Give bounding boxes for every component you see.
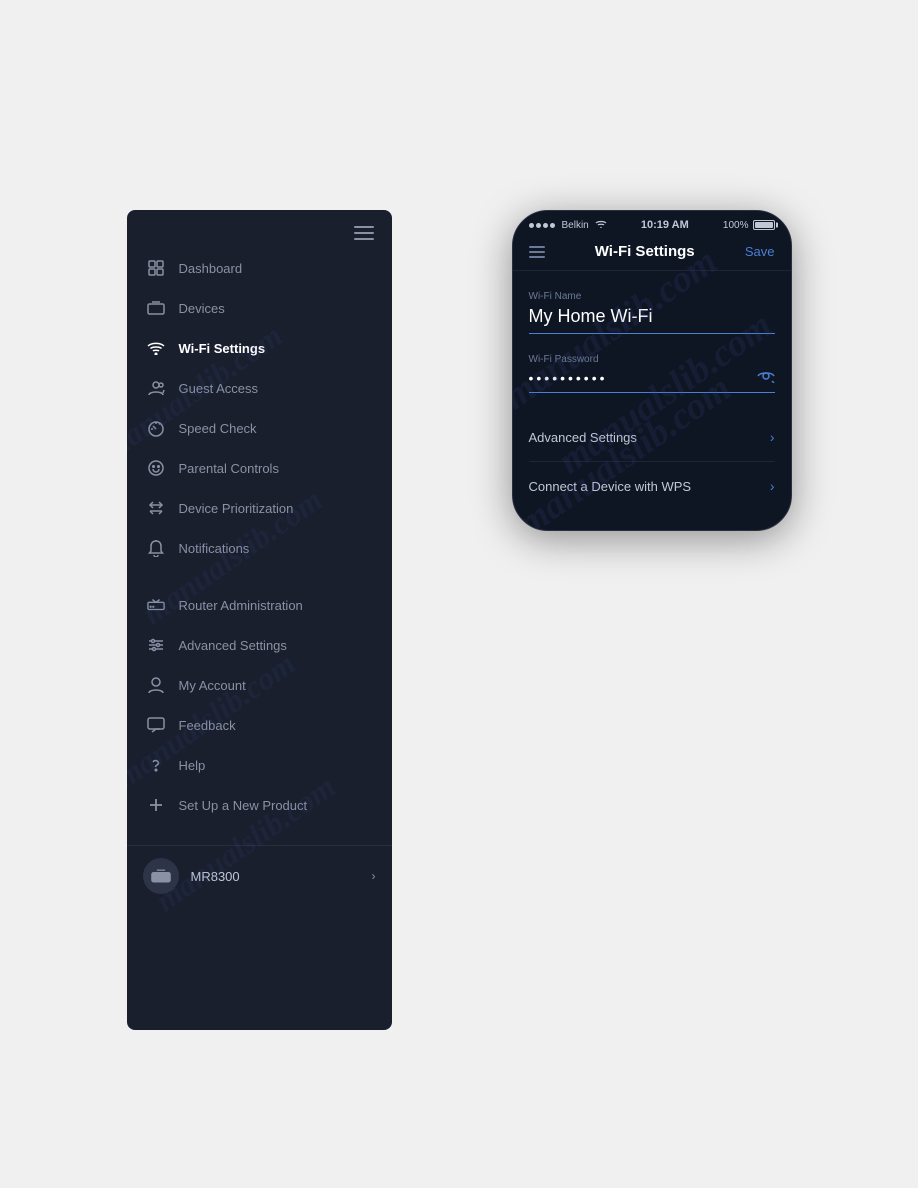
sidebar-item-speed-check[interactable]: Speed Check bbox=[127, 408, 392, 448]
sidebar-label-advanced: Advanced Settings bbox=[179, 638, 287, 653]
phone-content: Wi-Fi Name My Home Wi-Fi Wi-Fi Password … bbox=[513, 271, 791, 530]
sidebar-item-advanced-settings[interactable]: Advanced Settings bbox=[127, 625, 392, 665]
sidebar-label-help: Help bbox=[179, 758, 206, 773]
wifi-signal-icon bbox=[595, 219, 607, 231]
guest-icon bbox=[147, 379, 165, 397]
wifi-password-label: Wi-Fi Password bbox=[529, 354, 775, 365]
show-password-icon[interactable] bbox=[757, 369, 775, 386]
sidebar-label-feedback: Feedback bbox=[179, 718, 236, 733]
wifi-password-field: Wi-Fi Password •••••••••• bbox=[529, 354, 775, 393]
device-avatar bbox=[143, 858, 179, 894]
feedback-icon bbox=[147, 716, 165, 734]
sidebar-item-my-account[interactable]: My Account bbox=[127, 665, 392, 705]
sidebar-item-router-admin[interactable]: Router Administration bbox=[127, 585, 392, 625]
sidebar-item-parental-controls[interactable]: Parental Controls bbox=[127, 448, 392, 488]
account-icon bbox=[147, 676, 165, 694]
sidebar-label-dashboard: Dashboard bbox=[179, 261, 243, 276]
sidebar-item-setup-new[interactable]: Set Up a New Product bbox=[127, 785, 392, 825]
device-footer[interactable]: MR8300 › bbox=[127, 845, 392, 906]
device-name: MR8300 bbox=[191, 869, 360, 884]
advanced-icon bbox=[147, 636, 165, 654]
sidebar-label-setup: Set Up a New Product bbox=[179, 798, 308, 813]
parental-icon bbox=[147, 459, 165, 477]
sidebar-item-dashboard[interactable]: Dashboard bbox=[127, 248, 392, 288]
sidebar-label-notifications: Notifications bbox=[179, 541, 250, 556]
sidebar-item-guest-access[interactable]: Guest Access bbox=[127, 368, 392, 408]
status-time: 10:19 AM bbox=[641, 219, 689, 231]
plus-icon bbox=[147, 796, 165, 814]
sidebar-item-feedback[interactable]: Feedback bbox=[127, 705, 392, 745]
notifications-icon bbox=[147, 539, 165, 557]
speed-icon bbox=[147, 419, 165, 437]
carrier-name: Belkin bbox=[562, 220, 589, 231]
wifi-name-field: Wi-Fi Name My Home Wi-Fi bbox=[529, 291, 775, 334]
wifi-icon bbox=[147, 339, 165, 357]
sidebar-label-account: My Account bbox=[179, 678, 246, 693]
chevron-right-icon: › bbox=[372, 869, 376, 883]
sidebar-label-wifi: Wi-Fi Settings bbox=[179, 341, 266, 356]
sidebar-nav: Dashboard Devices bbox=[127, 248, 392, 825]
status-carrier: Belkin bbox=[529, 219, 607, 231]
advanced-settings-item[interactable]: Advanced Settings › bbox=[529, 413, 775, 462]
phone-toolbar: Wi-Fi Settings Save bbox=[513, 235, 791, 271]
signal-dots bbox=[529, 223, 555, 228]
sidebar-header bbox=[127, 210, 392, 248]
sidebar-label-priority: Device Prioritization bbox=[179, 501, 294, 516]
sidebar-label-guest: Guest Access bbox=[179, 381, 258, 396]
phone-mockup: manualslib.com manualslib.com manualslib… bbox=[512, 210, 792, 531]
sidebar-item-help[interactable]: Help bbox=[127, 745, 392, 785]
router-icon bbox=[147, 596, 165, 614]
sidebar-label-speed: Speed Check bbox=[179, 421, 257, 436]
sidebar-label-devices: Devices bbox=[179, 301, 225, 316]
priority-icon bbox=[147, 499, 165, 517]
phone-menu-button[interactable] bbox=[529, 246, 545, 258]
devices-icon bbox=[147, 299, 165, 317]
save-button[interactable]: Save bbox=[745, 244, 775, 259]
phone-list: Advanced Settings › Connect a Device wit… bbox=[529, 413, 775, 510]
battery-icon bbox=[753, 220, 775, 230]
dashboard-icon bbox=[147, 259, 165, 277]
sidebar-item-devices[interactable]: Devices bbox=[127, 288, 392, 328]
phone-status-bar: Belkin 10:19 AM 100% bbox=[513, 211, 791, 235]
sidebar-item-wifi-settings[interactable]: Wi-Fi Settings bbox=[127, 328, 392, 368]
wifi-name-value[interactable]: My Home Wi-Fi bbox=[529, 306, 775, 334]
sidebar: manualslib.com manualslib.com manualslib… bbox=[127, 210, 392, 1030]
help-icon bbox=[147, 756, 165, 774]
connect-wps-item[interactable]: Connect a Device with WPS › bbox=[529, 462, 775, 510]
sidebar-label-router: Router Administration bbox=[179, 598, 303, 613]
sidebar-item-notifications[interactable]: Notifications bbox=[127, 528, 392, 568]
advanced-settings-label: Advanced Settings bbox=[529, 430, 637, 445]
sidebar-label-parental: Parental Controls bbox=[179, 461, 279, 476]
advanced-settings-chevron: › bbox=[770, 429, 775, 445]
battery-percent: 100% bbox=[723, 220, 749, 231]
phone-screen-title: Wi-Fi Settings bbox=[595, 243, 695, 260]
connect-wps-label: Connect a Device with WPS bbox=[529, 479, 692, 494]
connect-wps-chevron: › bbox=[770, 478, 775, 494]
wifi-name-label: Wi-Fi Name bbox=[529, 291, 775, 302]
wifi-password-value[interactable]: •••••••••• bbox=[529, 369, 775, 393]
hamburger-menu-button[interactable] bbox=[354, 226, 374, 240]
status-battery: 100% bbox=[723, 220, 775, 231]
sidebar-item-device-prioritization[interactable]: Device Prioritization bbox=[127, 488, 392, 528]
